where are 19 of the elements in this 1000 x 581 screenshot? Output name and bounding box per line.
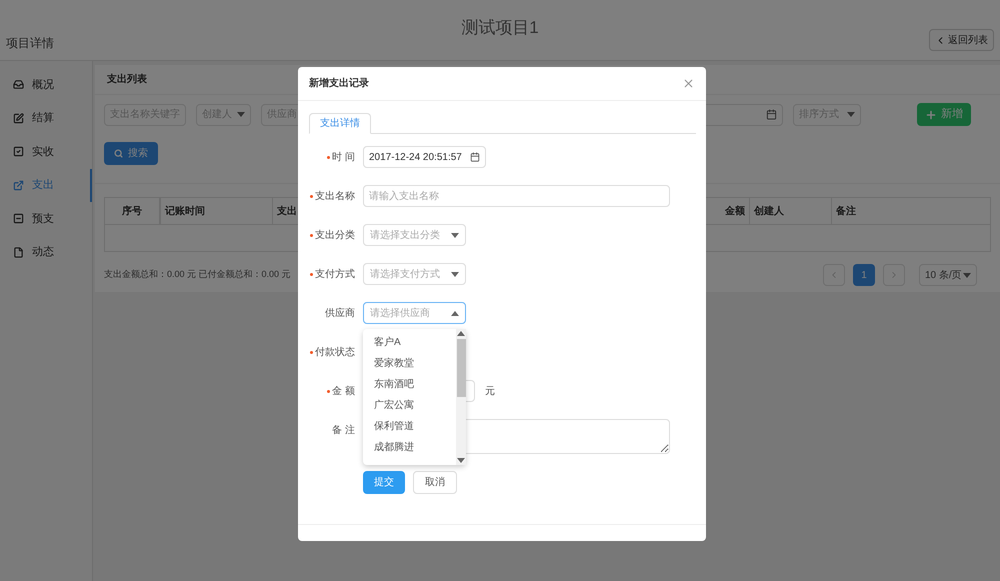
field-label: 备 注: [332, 424, 355, 438]
field-label: 供应商: [325, 306, 355, 320]
field-label: 金 额: [332, 384, 355, 398]
column-header: 创建人: [749, 198, 831, 224]
page-subtitle: 项目详情: [6, 35, 54, 52]
column-header: 记账时间: [160, 198, 272, 224]
field-label: 支出分类: [315, 228, 355, 242]
column-header: 支出: [272, 198, 296, 224]
totals-text: 支出金额总和：0.00 元 已付金额总和：0.00 元: [104, 268, 291, 282]
column-header: 序号: [105, 198, 160, 224]
field-label: 支出名称: [315, 190, 355, 204]
column-header: 金额: [724, 204, 746, 218]
field-label: 付款状态: [315, 346, 355, 360]
modal-title: 新增支出记录: [309, 76, 369, 91]
column-header: 备注: [831, 198, 990, 224]
field-label: 支付方式: [315, 268, 355, 282]
project-title: 测试项目1: [461, 17, 539, 39]
unit-label: 元: [485, 384, 495, 398]
field-label: 时 间: [332, 150, 355, 164]
